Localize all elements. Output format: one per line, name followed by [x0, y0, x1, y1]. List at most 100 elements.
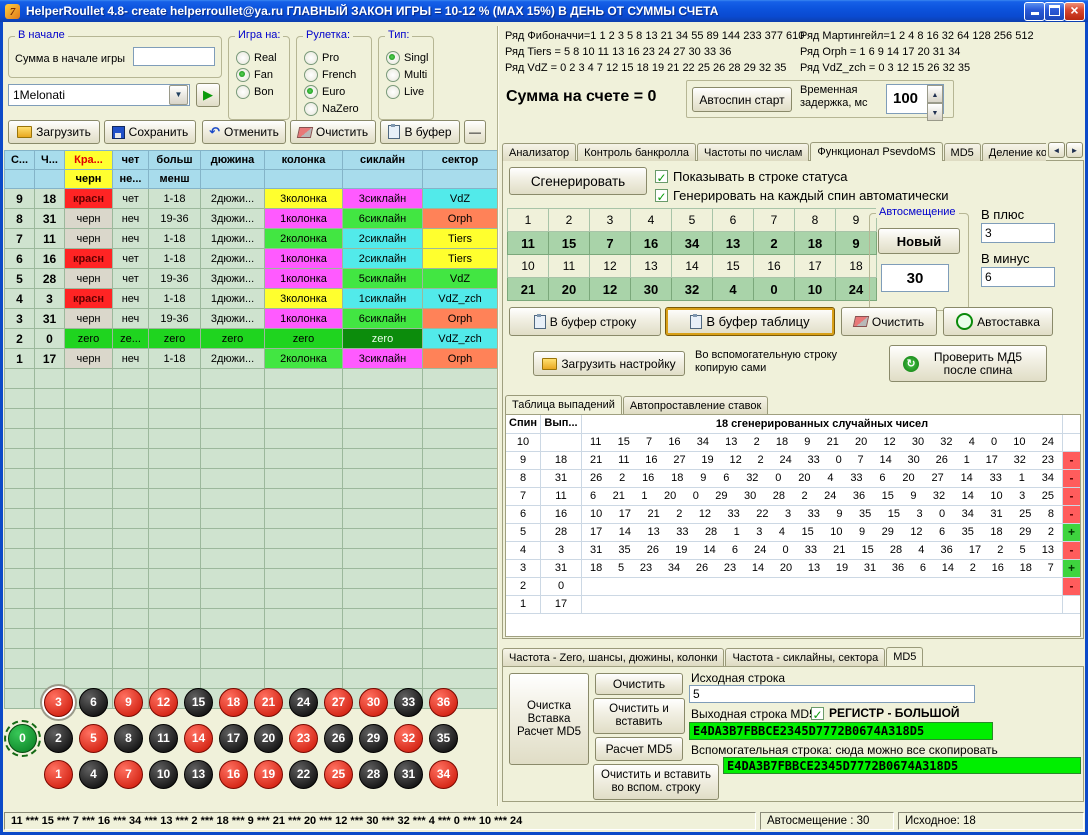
wheel-number-28[interactable]: 28	[359, 760, 388, 789]
wheel-number-29[interactable]: 29	[359, 724, 388, 753]
buffer-table-button[interactable]: В буфер таблицу	[665, 307, 835, 336]
checkbox-checked-icon[interactable]	[811, 707, 824, 720]
radio-icon[interactable]	[236, 68, 250, 82]
new-button[interactable]: Новый	[878, 228, 960, 254]
clear-button[interactable]: Очистить	[290, 120, 376, 144]
generate-button[interactable]: Сгенерировать	[509, 167, 647, 195]
spin-row[interactable]: 101115716341321892120123032401024	[506, 434, 1080, 452]
load-settings-button[interactable]: Загрузить настройку	[533, 351, 685, 376]
autospin-button[interactable]: Автоспин старт	[692, 87, 792, 112]
spinner-down-icon[interactable]	[927, 103, 943, 121]
wheel-number-21[interactable]: 21	[254, 688, 283, 717]
radio-fan[interactable]: Fan	[229, 66, 289, 83]
wheel-number-12[interactable]: 12	[149, 688, 178, 717]
wheel-number-0[interactable]: 0	[8, 724, 37, 753]
check-md5-button[interactable]: Проверить МД5 после спина	[889, 345, 1047, 382]
preset-combo[interactable]: 1Melonati	[8, 84, 190, 106]
wheel-number-10[interactable]: 10	[149, 760, 178, 789]
spin-row[interactable]: 33118523342623142013193136614216187+	[506, 560, 1080, 578]
wheel-number-3[interactable]: 3	[44, 688, 73, 717]
wheel-number-35[interactable]: 35	[429, 724, 458, 753]
radio-bon[interactable]: Bon	[229, 83, 289, 100]
radio-real[interactable]: Real	[229, 49, 289, 66]
md5-clear-paste-aux-button[interactable]: Очистить и вставить во вспом. строку	[593, 764, 719, 800]
wheel-number-15[interactable]: 15	[184, 688, 213, 717]
wheel-number-26[interactable]: 26	[324, 724, 353, 753]
wheel-number-22[interactable]: 22	[289, 760, 318, 789]
wheel-number-34[interactable]: 34	[429, 760, 458, 789]
wheel-number-1[interactable]: 1	[44, 760, 73, 789]
md5-output-field[interactable]	[689, 722, 993, 740]
spin-row[interactable]: 433135261914624033211528436172513-	[506, 542, 1080, 560]
bottom-tab-1[interactable]: Частота - сиклайны, сектора	[725, 648, 885, 666]
wheel-number-32[interactable]: 32	[394, 724, 423, 753]
main-tab-3[interactable]: Функционал PsevdoMS	[810, 142, 942, 161]
collapse-button[interactable]: —	[464, 120, 486, 144]
radio-icon[interactable]	[304, 102, 318, 116]
wheel-number-17[interactable]: 17	[219, 724, 248, 753]
scroll-right-icon[interactable]: ►	[1066, 142, 1083, 158]
wheel-number-9[interactable]: 9	[114, 688, 143, 717]
title-bar[interactable]: HelperRoullet 4.8- create helperroullet@…	[0, 0, 1088, 22]
md5-calc-button[interactable]: Расчет MD5	[595, 737, 683, 761]
undo-button[interactable]: Отменить	[202, 120, 286, 144]
radio-icon[interactable]	[386, 85, 400, 99]
radio-icon[interactable]	[304, 51, 318, 65]
wheel-number-6[interactable]: 6	[79, 688, 108, 717]
radio-french[interactable]: French	[297, 66, 371, 83]
md5-clear-paste-button[interactable]: Очистить и вставить	[593, 698, 685, 734]
radio-icon[interactable]	[386, 68, 400, 82]
wheel-number-36[interactable]: 36	[429, 688, 458, 717]
wheel-number-24[interactable]: 24	[289, 688, 318, 717]
close-button[interactable]	[1064, 2, 1085, 21]
wheel-number-27[interactable]: 27	[324, 688, 353, 717]
radio-nazero[interactable]: NaZero	[297, 100, 371, 117]
md5-aux-field[interactable]	[723, 757, 1081, 774]
plus-input[interactable]	[981, 223, 1055, 243]
radio-multi[interactable]: Multi	[379, 66, 433, 83]
spin-row[interactable]: 91821111627191222433071430261173223-	[506, 452, 1080, 470]
md5-clear-button[interactable]: Очистить	[595, 673, 683, 695]
clear-gen-button[interactable]: Очистить	[841, 307, 937, 336]
checkbox-checked-icon[interactable]	[655, 189, 668, 202]
minus-input[interactable]	[981, 267, 1055, 287]
autoshift-value-input[interactable]	[881, 264, 949, 292]
spin-row[interactable]: 20-	[506, 578, 1080, 596]
history-row[interactable]: 117черннеч1-182дюжи...2колонка3сиклайнOr…	[5, 349, 498, 369]
md5-big-button[interactable]: Очистка Вставка Расчет MD5	[509, 673, 589, 765]
source-input[interactable]	[689, 685, 975, 703]
radio-live[interactable]: Live	[379, 83, 433, 100]
delay-value[interactable]: 100	[887, 85, 927, 113]
spinner-up-icon[interactable]	[927, 85, 943, 103]
spins-tab-0[interactable]: Таблица выпадений	[505, 395, 622, 414]
wheel-number-19[interactable]: 19	[254, 760, 283, 789]
spin-row[interactable]: 117	[506, 596, 1080, 614]
history-row[interactable]: 616краснчет1-182дюжи...1колонка2сиклайнT…	[5, 249, 498, 269]
play-button[interactable]	[196, 83, 220, 107]
radio-euro[interactable]: Euro	[297, 83, 371, 100]
history-row[interactable]: 831черннеч19-363дюжи...1колонка6сиклайнO…	[5, 209, 498, 229]
radio-icon[interactable]	[236, 51, 250, 65]
wheel-number-8[interactable]: 8	[114, 724, 143, 753]
spin-row[interactable]: 83126216189632020433620271433134-	[506, 470, 1080, 488]
scroll-left-icon[interactable]: ◄	[1048, 142, 1065, 158]
wheel-number-13[interactable]: 13	[184, 760, 213, 789]
radio-icon[interactable]	[304, 68, 318, 82]
radio-icon[interactable]	[236, 85, 250, 99]
wheel-number-25[interactable]: 25	[324, 760, 353, 789]
save-button[interactable]: Сохранить	[104, 120, 196, 144]
history-row[interactable]: 918краснчет1-182дюжи...3колонка3сиклайнV…	[5, 189, 498, 209]
spin-row[interactable]: 528171413332813415109291263518292+	[506, 524, 1080, 542]
history-row[interactable]: 528чернчет19-363дюжи...1колонка5сиклайнV…	[5, 269, 498, 289]
wheel-number-5[interactable]: 5	[79, 724, 108, 753]
dropdown-arrow-icon[interactable]	[169, 85, 188, 105]
main-tab-0[interactable]: Анализатор	[502, 143, 576, 161]
wheel-number-11[interactable]: 11	[149, 724, 178, 753]
history-row[interactable]: 43красннеч1-181дюжи...3колонка1сиклайнVd…	[5, 289, 498, 309]
wheel-number-4[interactable]: 4	[79, 760, 108, 789]
spins-tab-1[interactable]: Автопроставление ставок	[623, 396, 768, 414]
load-button[interactable]: Загрузить	[8, 120, 100, 144]
radio-icon[interactable]	[386, 51, 400, 65]
wheel-number-16[interactable]: 16	[219, 760, 248, 789]
radio-singl[interactable]: Singl	[379, 49, 433, 66]
